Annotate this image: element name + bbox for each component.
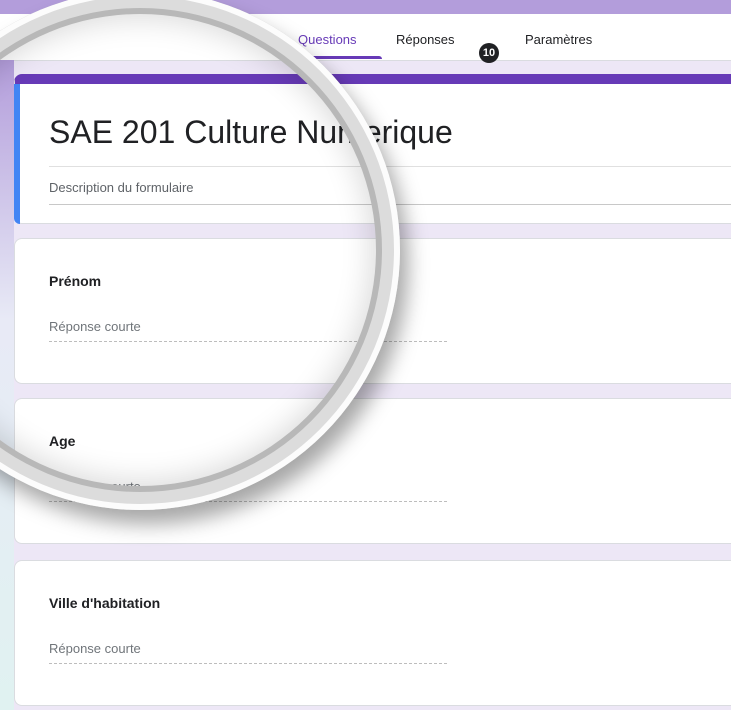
side-background [0,60,14,710]
form-header-card[interactable]: SAE 201 Culture Numerique Description du… [14,74,731,224]
tab-reponses[interactable]: Réponses [396,32,455,47]
question-card[interactable]: Ville d'habitation Réponse courte [14,560,731,706]
responses-count-badge: 10 [479,43,499,63]
description-underline [49,204,731,205]
short-answer-placeholder: Réponse courte [49,479,141,494]
tab-parametres[interactable]: Paramètres [525,32,592,47]
form-description-field[interactable]: Description du formulaire [49,180,194,195]
tab-active-indicator [296,56,382,59]
answer-underline [49,663,447,664]
tab-bar: Questions Réponses 10 Paramètres [0,14,731,63]
short-answer-placeholder: Réponse courte [49,319,141,334]
answer-underline [49,501,447,502]
top-bar [0,0,731,14]
question-title[interactable]: Prénom [49,273,101,289]
question-card[interactable]: Age Réponse courte [14,398,731,544]
focus-indicator [14,84,20,224]
form-title[interactable]: SAE 201 Culture Numerique [49,114,453,151]
question-card[interactable]: Prénom Réponse courte [14,238,731,384]
title-divider [49,166,731,167]
question-title[interactable]: Age [49,433,75,449]
tab-questions[interactable]: Questions [298,32,357,47]
answer-underline [49,341,447,342]
question-title[interactable]: Ville d'habitation [49,595,160,611]
short-answer-placeholder: Réponse courte [49,641,141,656]
